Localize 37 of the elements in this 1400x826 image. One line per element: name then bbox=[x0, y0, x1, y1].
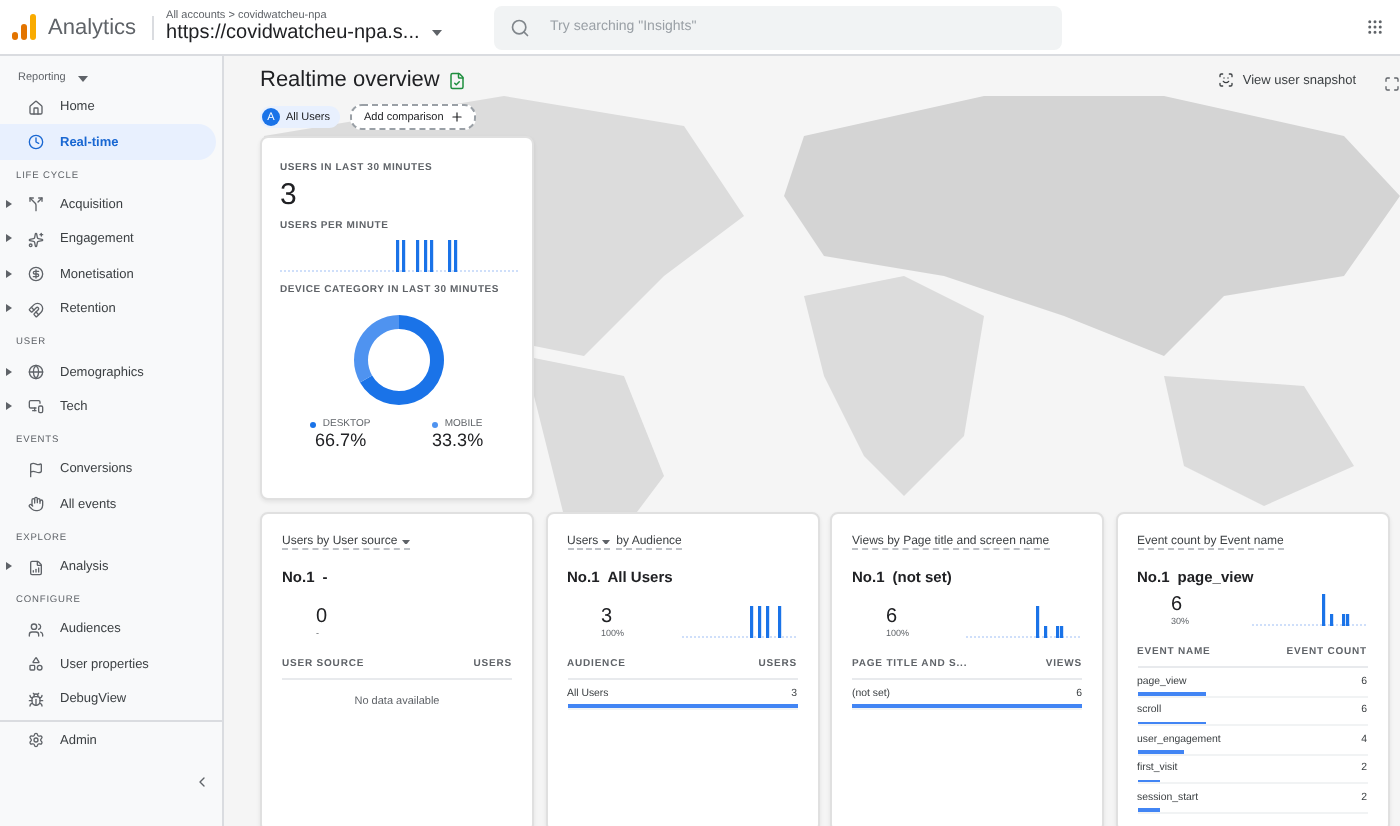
top-value: 6 bbox=[886, 606, 900, 628]
hand-icon bbox=[28, 496, 44, 513]
clock-icon bbox=[28, 134, 44, 151]
globe-icon bbox=[28, 364, 44, 381]
magnet-icon bbox=[28, 301, 44, 318]
analytics-logo bbox=[12, 14, 36, 40]
legend-value: 33.3% bbox=[432, 430, 484, 450]
caret-icon bbox=[431, 30, 442, 36]
report-icon bbox=[28, 559, 44, 576]
snapshot-icon bbox=[1218, 72, 1235, 88]
top-value: 0 bbox=[316, 606, 328, 628]
gear-icon bbox=[28, 732, 44, 749]
people-icon bbox=[28, 621, 44, 638]
split-icon bbox=[28, 196, 44, 213]
page-title: Realtime overview bbox=[260, 68, 440, 92]
top-value: 6 bbox=[1171, 594, 1185, 616]
product-name: Analytics bbox=[48, 15, 155, 39]
legend-dot bbox=[310, 421, 317, 427]
property-selector[interactable]: https://covidwatcheu-npa.s... bbox=[166, 22, 420, 44]
bug-icon bbox=[28, 691, 44, 708]
collapse-icon[interactable] bbox=[194, 773, 210, 790]
shapes-icon bbox=[28, 656, 44, 673]
plus-icon bbox=[449, 110, 464, 124]
devices-icon bbox=[28, 398, 44, 415]
legend-value: 66.7% bbox=[315, 430, 367, 450]
search-icon bbox=[510, 17, 531, 37]
report-check-icon bbox=[447, 71, 466, 89]
top-value: 3 bbox=[601, 606, 615, 628]
fullscreen-icon[interactable] bbox=[1384, 76, 1400, 92]
legend-dot bbox=[432, 421, 439, 427]
apps-icon[interactable] bbox=[1366, 18, 1384, 36]
users-count: 3 bbox=[280, 178, 299, 212]
dollar-icon bbox=[28, 266, 44, 283]
sparkle-icon bbox=[28, 231, 44, 248]
flag-icon bbox=[28, 461, 44, 478]
home-icon bbox=[28, 99, 44, 116]
caret-icon bbox=[77, 75, 88, 81]
